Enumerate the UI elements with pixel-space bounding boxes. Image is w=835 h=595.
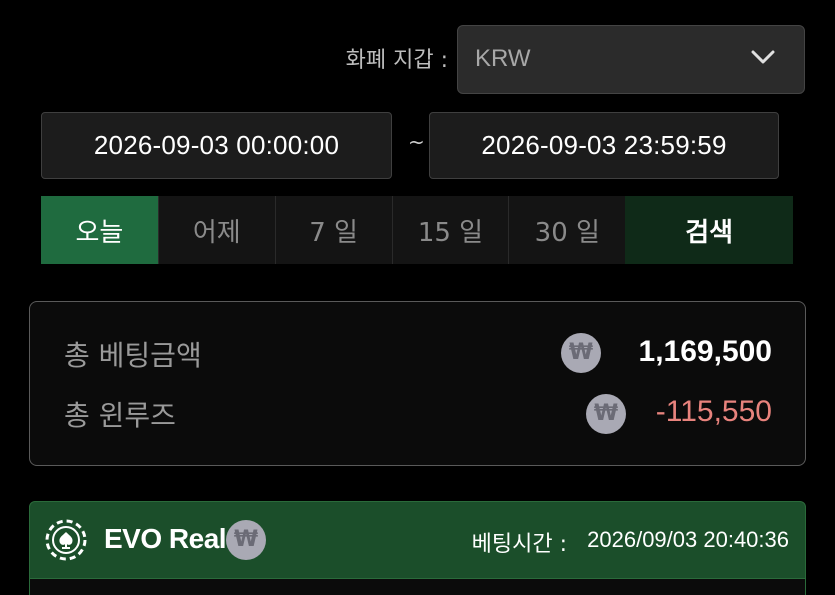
- end-date-input[interactable]: 2026-09-03 23:59:59: [429, 112, 779, 179]
- currency-select-value: KRW: [475, 45, 531, 72]
- won-icon: ₩: [561, 333, 601, 373]
- total-bet-label: 총 베팅금액: [64, 339, 202, 372]
- bet-record-header[interactable]: EVO Real ₩ 베팅시간 : 2026/09/03 20:40:36: [29, 501, 806, 579]
- tab-15-days[interactable]: 15 일: [391, 196, 509, 264]
- bet-history-page: 화폐 지갑 : KRW 2026-09-03 00:00:00 ~ 2026-0…: [0, 0, 835, 595]
- date-range-separator: ~: [408, 130, 425, 154]
- tab-yesterday[interactable]: 어제: [157, 196, 275, 264]
- bet-time-label: 베팅시간 :: [471, 532, 567, 557]
- bet-record-body: [29, 579, 806, 595]
- chevron-down-icon: [751, 50, 775, 64]
- tab-today[interactable]: 오늘: [41, 196, 158, 264]
- start-date-input[interactable]: 2026-09-03 00:00:00: [41, 112, 392, 179]
- won-icon: ₩: [586, 394, 626, 434]
- total-winloss-label: 총 윈루즈: [64, 399, 176, 432]
- won-icon: ₩: [226, 520, 266, 560]
- bet-summary-card: 총 베팅금액 ₩ 1,169,500 총 윈루즈 ₩ -115,550: [29, 301, 806, 466]
- casino-chip-icon: [45, 519, 87, 561]
- total-winloss-amount: -115,550: [655, 395, 772, 428]
- currency-select[interactable]: KRW: [457, 25, 805, 94]
- currency-wallet-label: 화폐 지갑 :: [345, 48, 448, 73]
- tab-30-days[interactable]: 30 일: [508, 196, 626, 264]
- bet-time-value: 2026/09/03 20:40:36: [587, 527, 789, 552]
- tab-7-days[interactable]: 7 일: [274, 196, 392, 264]
- game-name: EVO Real: [104, 523, 227, 554]
- period-tabs: 오늘 어제 7 일 15 일 30 일 검색: [41, 196, 793, 264]
- search-button[interactable]: 검색: [625, 196, 793, 264]
- total-bet-amount: 1,169,500: [638, 335, 772, 368]
